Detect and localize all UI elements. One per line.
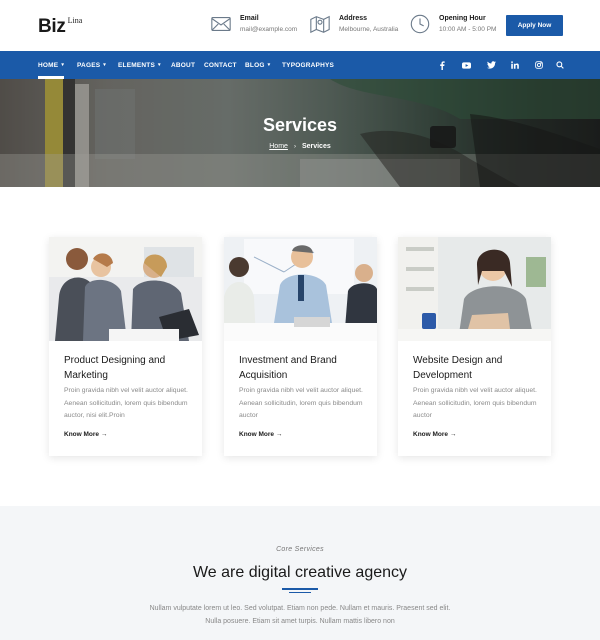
email-title: Email — [240, 14, 259, 22]
hours-info: Opening Hour 10:00 AM - 5:00 PM — [409, 13, 496, 35]
know-more-link[interactable]: Know More → — [239, 431, 282, 438]
nav-label: HOME — [38, 61, 59, 69]
title-divider-short — [289, 592, 311, 593]
card-image[interactable] — [398, 237, 551, 341]
know-more-link[interactable]: Know More → — [64, 431, 107, 438]
youtube-icon[interactable] — [460, 51, 472, 79]
page-title: Services — [262, 115, 338, 135]
card-title: Product Designing and Marketing — [64, 355, 166, 381]
card-text: Proin gravida nibh vel velit auctor aliq… — [413, 387, 537, 419]
chevron-down-icon: ▾ — [267, 62, 271, 68]
know-more-link[interactable]: Know More → — [413, 431, 456, 438]
email-info: Email mail@example.com — [210, 13, 297, 35]
card-title: Website Design and Development — [413, 355, 503, 381]
logo-text: Biz — [38, 16, 66, 37]
nav-label: BLOG — [245, 61, 265, 69]
address-info: Address Melbourne, Australia — [309, 13, 398, 35]
section-text-line: Nulla posuere. Etiam sit amet turpis. Nu… — [205, 618, 395, 625]
card-image[interactable] — [49, 237, 202, 341]
section-eyebrow: Core Services — [276, 546, 324, 553]
service-card: Product Designing and Marketing Proin gr… — [49, 237, 202, 456]
clock-icon — [410, 14, 430, 34]
main-nav: HOME ▾ PAGES ▾ ELEMENTS ▾ ABOUT CONTACT BLO… — [0, 51, 600, 79]
nav-item-about[interactable]: ABOUT — [171, 51, 195, 79]
envelope-icon — [211, 17, 231, 31]
breadcrumb-separator: › — [293, 144, 296, 150]
breadcrumb-current: Services — [301, 143, 331, 150]
address-value: Melbourne, Australia — [339, 25, 399, 33]
service-card: Investment and Brand Acquisition Proin g… — [224, 237, 377, 456]
chevron-down-icon: ▾ — [103, 62, 106, 68]
card-text: Proin gravida nibh vel velit auctor aliq… — [64, 387, 188, 419]
section-text-line: Nullam vulputate lorem ut leo. Sed volut… — [149, 605, 451, 612]
nav-label: PAGES — [77, 61, 101, 69]
breadcrumb: Home › Services — [0, 143, 600, 150]
search-icon[interactable] — [554, 51, 566, 79]
section-text: Nullam vulputate lorem ut leo. Sed volut… — [0, 602, 600, 628]
card-image[interactable] — [224, 237, 377, 341]
nav-item-elements[interactable]: ELEMENTS ▾ — [118, 51, 161, 79]
service-card: Website Design and Development Proin gra… — [398, 237, 551, 456]
logo-sup: Lina — [67, 16, 83, 25]
address-title: Address — [339, 14, 368, 22]
section-title: We are digital creative agency — [192, 564, 408, 581]
chevron-down-icon: ▾ — [158, 62, 161, 68]
core-services-section: Core Services We are digital creative ag… — [0, 506, 600, 640]
nav-label: ELEMENTS — [118, 61, 155, 69]
facebook-icon[interactable] — [436, 51, 448, 79]
nav-item-contact[interactable]: CONTACT — [204, 51, 237, 79]
top-header: Biz Lina Email mail@example.com Address … — [0, 0, 600, 51]
nav-item-blog[interactable]: BLOG ▾ — [245, 51, 270, 79]
email-value[interactable]: mail@example.com — [240, 24, 297, 35]
nav-item-typographys[interactable]: TYPOGRAPHYS — [282, 51, 334, 79]
nav-label: TYPOGRAPHYS — [282, 61, 335, 69]
twitter-icon[interactable] — [485, 51, 497, 79]
breadcrumb-home[interactable]: Home — [269, 143, 288, 150]
hours-value: 10:00 AM - 5:00 PM — [439, 25, 497, 33]
linkedin-icon[interactable] — [509, 51, 521, 79]
logo[interactable]: Biz Lina — [38, 16, 82, 38]
instagram-icon[interactable] — [533, 51, 545, 79]
nav-item-pages[interactable]: PAGES ▾ — [77, 51, 106, 79]
hours-title: Opening Hour — [439, 14, 486, 22]
card-text: Proin gravida nibh vel velit auctor aliq… — [239, 387, 363, 419]
nav-label: ABOUT — [171, 61, 196, 69]
chevron-down-icon: ▾ — [61, 62, 65, 68]
nav-item-home[interactable]: HOME ▾ — [38, 51, 64, 79]
nav-label: CONTACT — [204, 61, 237, 69]
apply-now-button[interactable]: Apply Now — [506, 15, 563, 36]
card-title: Investment and Brand Acquisition — [239, 355, 337, 381]
title-divider — [282, 588, 318, 590]
page-banner: Services Home › Services — [0, 79, 600, 187]
map-icon — [310, 15, 330, 34]
